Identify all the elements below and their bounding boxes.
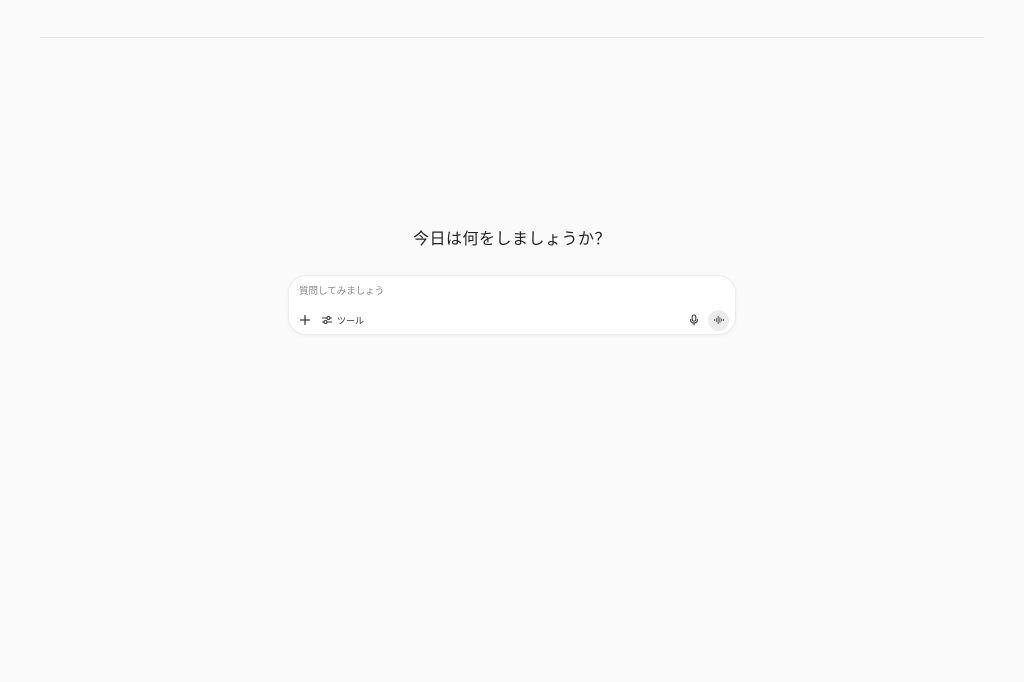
tools-button[interactable]: ツール — [321, 310, 364, 330]
composer-toolbar: ツール — [295, 309, 729, 331]
voice-waveform-icon — [713, 311, 725, 330]
header-divider — [40, 37, 984, 38]
greeting-heading: 今日は何をしましょうか？ — [412, 229, 611, 248]
prompt-input[interactable] — [299, 282, 719, 300]
prompt-composer: ツール — [288, 275, 736, 335]
add-attachment-button[interactable] — [295, 310, 315, 330]
microphone-button[interactable] — [684, 310, 704, 330]
tools-label: ツール — [337, 316, 365, 327]
tools-sliders-icon — [321, 311, 333, 330]
microphone-icon — [688, 314, 700, 326]
main-content: 今日は何をしましょうか？ ツール — [0, 228, 1024, 335]
plus-icon — [299, 314, 311, 326]
voice-mode-button[interactable] — [708, 309, 729, 331]
